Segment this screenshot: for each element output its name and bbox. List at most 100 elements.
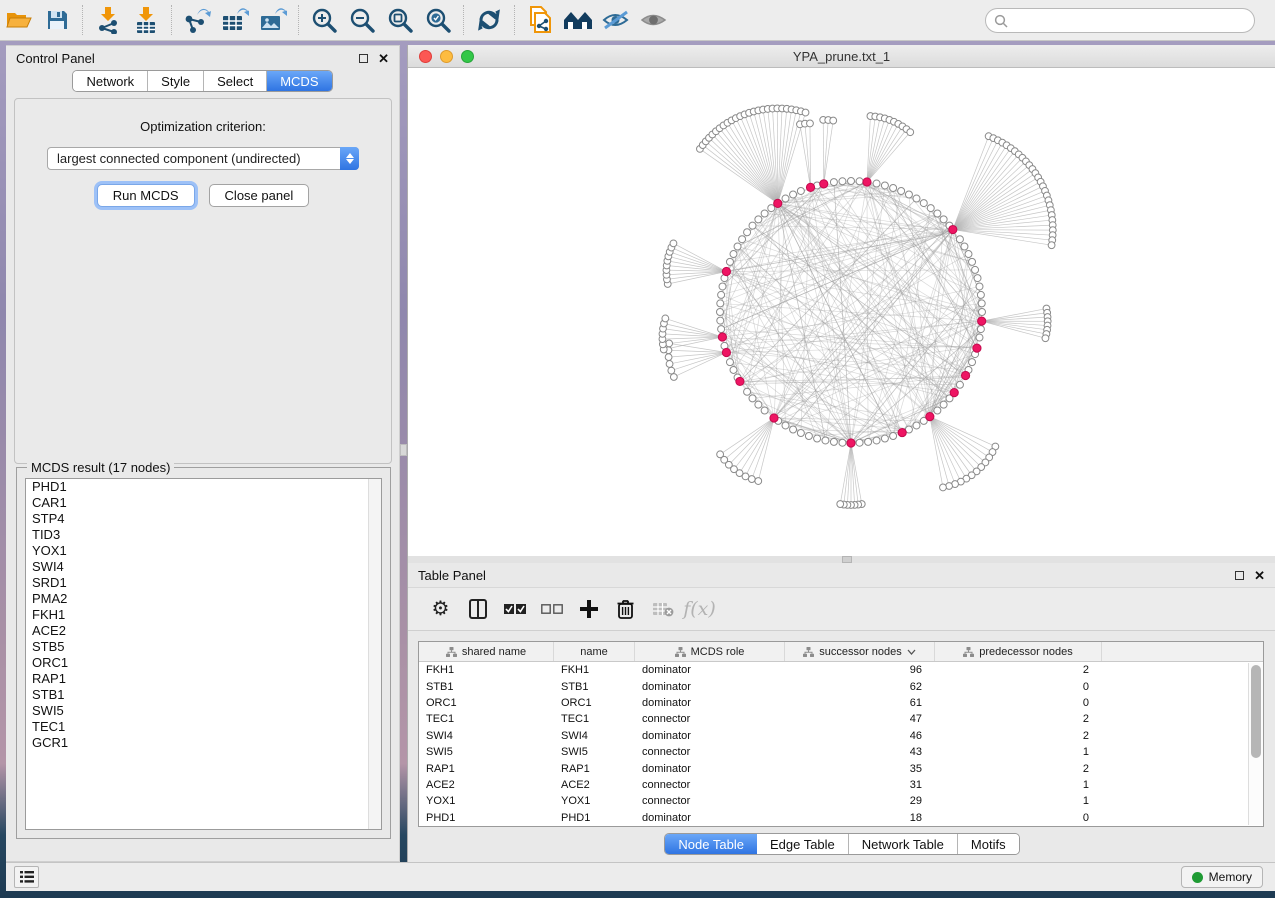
cell-predecessor-nodes: 1 [935, 795, 1102, 807]
table-scrollbar-thumb[interactable] [1251, 665, 1261, 758]
table-row[interactable]: YOX1YOX1connector291 [419, 793, 1263, 809]
export-image-icon[interactable] [254, 3, 292, 37]
table-tab-network-table[interactable]: Network Table [849, 834, 958, 854]
deselect-all-icon[interactable] [533, 591, 570, 627]
mcds-result-item[interactable]: PHD1 [26, 479, 381, 495]
cell-name: SWI5 [554, 746, 635, 758]
zoom-fit-icon[interactable] [381, 3, 419, 37]
mcds-result-item[interactable]: STP4 [26, 511, 381, 527]
table-row[interactable]: ACE2ACE2connector311 [419, 777, 1263, 793]
zoom-window-icon[interactable] [461, 50, 474, 63]
cell-MCDS-role: dominator [635, 812, 785, 824]
add-column-icon[interactable] [570, 591, 607, 627]
table-row[interactable]: FKH1FKH1dominator962 [419, 662, 1263, 678]
memory-label: Memory [1209, 870, 1252, 884]
table-row[interactable]: ORC1ORC1dominator610 [419, 695, 1263, 711]
show-all-icon[interactable] [635, 3, 673, 37]
select-all-icon[interactable] [496, 591, 533, 627]
close-window-icon[interactable] [419, 50, 432, 63]
column-header-shared-name[interactable]: shared name [419, 642, 554, 661]
zoom-out-icon[interactable] [343, 3, 381, 37]
cell-name: YOX1 [554, 795, 635, 807]
mcds-result-item[interactable]: ORC1 [26, 655, 381, 671]
save-session-icon[interactable] [38, 3, 76, 37]
control-panel: Control Panel ✕ NetworkStyleSelectMCDS O… [6, 45, 400, 862]
open-file-icon[interactable] [0, 3, 38, 37]
hide-selected-icon[interactable] [597, 3, 635, 37]
mcds-result-item[interactable]: SWI4 [26, 559, 381, 575]
mcds-result-item[interactable]: TID3 [26, 527, 381, 543]
share-document-icon[interactable] [521, 3, 559, 37]
show-columns-icon[interactable] [459, 591, 496, 627]
table-header-row: shared namenameMCDS rolesuccessor nodesp… [419, 642, 1263, 662]
zoom-in-icon[interactable] [305, 3, 343, 37]
table-row[interactable]: SWI4SWI4dominator462 [419, 728, 1263, 744]
close-panel-icon[interactable]: ✕ [378, 52, 389, 65]
mcds-result-item[interactable]: SWI5 [26, 703, 381, 719]
close-table-panel-icon[interactable]: ✕ [1254, 569, 1265, 582]
function-builder-icon[interactable]: f(x) [681, 591, 718, 627]
tab-network[interactable]: Network [73, 71, 148, 91]
run-mcds-button[interactable]: Run MCDS [97, 184, 195, 207]
cell-MCDS-role: dominator [635, 681, 785, 693]
table-row[interactable]: TEC1TEC1connector472 [419, 711, 1263, 727]
import-network-icon[interactable] [89, 3, 127, 37]
mcds-result-item[interactable]: PMA2 [26, 591, 381, 607]
network-graph[interactable] [408, 68, 1275, 556]
network-canvas[interactable] [408, 68, 1275, 556]
zoom-selected-icon[interactable] [419, 3, 457, 37]
tab-style[interactable]: Style [148, 71, 204, 91]
network-canvas-bottom-strip [408, 556, 1275, 563]
mcds-result-item[interactable]: TEC1 [26, 719, 381, 735]
network-view-title: YPA_prune.txt_1 [793, 49, 890, 64]
table-row[interactable]: PHD1PHD1dominator180 [419, 810, 1263, 826]
show-panels-list-icon[interactable] [14, 866, 39, 888]
table-row[interactable]: RAP1RAP1dominator352 [419, 760, 1263, 776]
column-header-successor-nodes[interactable]: successor nodes [785, 642, 935, 661]
criterion-dropdown[interactable]: largest connected component (undirected) [47, 147, 359, 170]
cell-MCDS-role: connector [635, 713, 785, 725]
table-settings-gear-icon[interactable]: ⚙ [422, 591, 459, 627]
table-row[interactable]: STB1STB1dominator620 [419, 678, 1263, 694]
cell-name: FKH1 [554, 664, 635, 676]
table-tab-edge-table[interactable]: Edge Table [757, 834, 849, 854]
delete-table-icon[interactable] [644, 591, 681, 627]
table-scrollbar[interactable] [1248, 663, 1263, 825]
mcds-result-item[interactable]: GCR1 [26, 735, 381, 751]
table-row[interactable]: SWI5SWI5connector431 [419, 744, 1263, 760]
mcds-result-list[interactable]: PHD1CAR1STP4TID3YOX1SWI4SRD1PMA2FKH1ACE2… [25, 478, 382, 830]
minimize-window-icon[interactable] [440, 50, 453, 63]
column-header-name[interactable]: name [554, 642, 635, 661]
float-panel-icon[interactable] [359, 54, 368, 63]
export-table-icon[interactable] [216, 3, 254, 37]
search-input[interactable] [1013, 14, 1254, 28]
column-header-predecessor-nodes[interactable]: predecessor nodes [935, 642, 1102, 661]
mcds-result-item[interactable]: STB5 [26, 639, 381, 655]
cell-name: SWI4 [554, 730, 635, 742]
table-tab-node-table[interactable]: Node Table [665, 834, 757, 854]
import-table-icon[interactable] [127, 3, 165, 37]
mcds-result-item[interactable]: RAP1 [26, 671, 381, 687]
mcds-result-item[interactable]: FKH1 [26, 607, 381, 623]
float-table-panel-icon[interactable] [1235, 571, 1244, 580]
mcds-result-item[interactable]: ACE2 [26, 623, 381, 639]
tab-mcds[interactable]: MCDS [267, 71, 331, 91]
delete-column-trash-icon[interactable] [607, 591, 644, 627]
horizontal-split-handle[interactable] [842, 556, 852, 563]
table-tab-motifs[interactable]: Motifs [958, 834, 1019, 854]
mcds-result-item[interactable]: STB1 [26, 687, 381, 703]
column-header-MCDS-role[interactable]: MCDS role [635, 642, 785, 661]
mcds-result-item[interactable]: SRD1 [26, 575, 381, 591]
memory-button[interactable]: Memory [1181, 866, 1263, 888]
search-field[interactable] [985, 8, 1255, 33]
first-neighbors-icon[interactable] [559, 3, 597, 37]
export-network-icon[interactable] [178, 3, 216, 37]
list-scrollbar[interactable] [368, 479, 381, 829]
panel-split-handle[interactable] [400, 444, 407, 456]
mcds-result-item[interactable]: YOX1 [26, 543, 381, 559]
mcds-result-item[interactable]: CAR1 [26, 495, 381, 511]
close-panel-button[interactable]: Close panel [209, 184, 310, 207]
tab-select[interactable]: Select [204, 71, 267, 91]
cell-shared-name: PHD1 [419, 812, 554, 824]
refresh-icon[interactable] [470, 3, 508, 37]
